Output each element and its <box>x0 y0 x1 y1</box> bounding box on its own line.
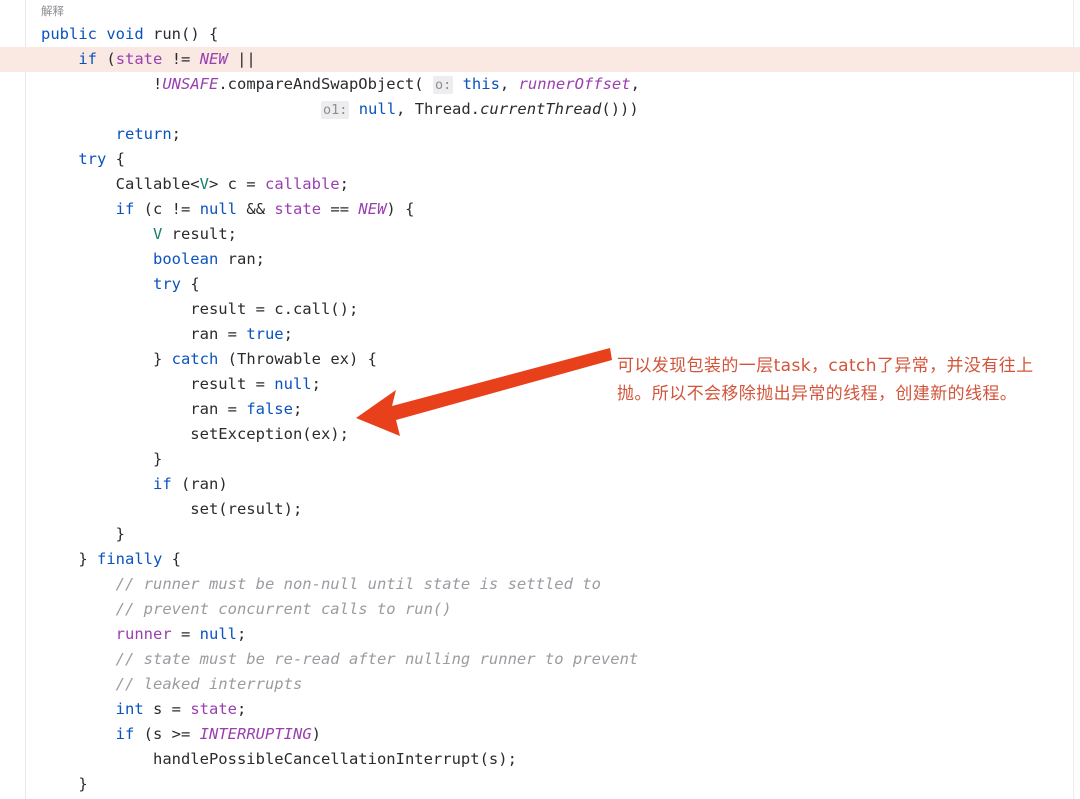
code-line: boolean ran; <box>152 250 265 268</box>
code-line: } finally { <box>41 550 182 568</box>
code-line: V result; <box>152 225 237 243</box>
code-line: try { <box>152 275 200 293</box>
code-line: public void run() { <box>41 25 219 43</box>
code-line: o1: null, Thread.currentThread())) <box>320 100 639 119</box>
code-line: !UNSAFE.compareAndSwapObject( o: this, r… <box>41 75 640 94</box>
param-hint-o: o: <box>432 76 454 94</box>
screenshot-root: 解释 public void run() { if (state != NEW … <box>0 0 1080 799</box>
code-line: Callable<V> c = callable; <box>41 175 349 193</box>
code-line: int s = state; <box>115 700 247 718</box>
code-line: runner = null; <box>115 625 247 643</box>
code-line: handlePossibleCancellationInterrupt(s); <box>41 750 517 768</box>
annotation-text: 可以发现包装的一层task，catch了异常，并没有往上抛。所以不会移除抛出异常… <box>617 356 1034 404</box>
code-line-highlighted: if (state != NEW || <box>0 47 1080 72</box>
param-hint-o1: o1: <box>320 101 350 119</box>
code-line-comment: // leaked interrupts <box>115 675 303 693</box>
code-line: if (ran) <box>152 475 228 493</box>
code-line: return; <box>115 125 181 143</box>
code-line-set-exception: setException(ex); <box>41 425 349 443</box>
code-line: } <box>41 775 88 793</box>
code-block: public void run() { if (state != NEW || … <box>0 22 1080 797</box>
code-line-comment: // state must be re-read after nulling r… <box>115 650 639 668</box>
code-line: ran = true; <box>41 325 293 343</box>
code-line: } <box>41 450 163 468</box>
code-line: set(result); <box>41 500 303 518</box>
code-line: } <box>41 525 125 543</box>
code-line-comment: // prevent concurrent calls to run() <box>115 600 452 618</box>
code-line: try { <box>78 150 126 168</box>
code-line: result = c.call(); <box>41 300 359 318</box>
code-line-comment: // runner must be non-null until state i… <box>115 575 601 593</box>
explain-label: 解释 <box>41 4 64 18</box>
code-line: if (c != null && state == NEW) { <box>115 200 415 218</box>
code-line: if (s >= INTERRUPTING) <box>115 725 321 743</box>
